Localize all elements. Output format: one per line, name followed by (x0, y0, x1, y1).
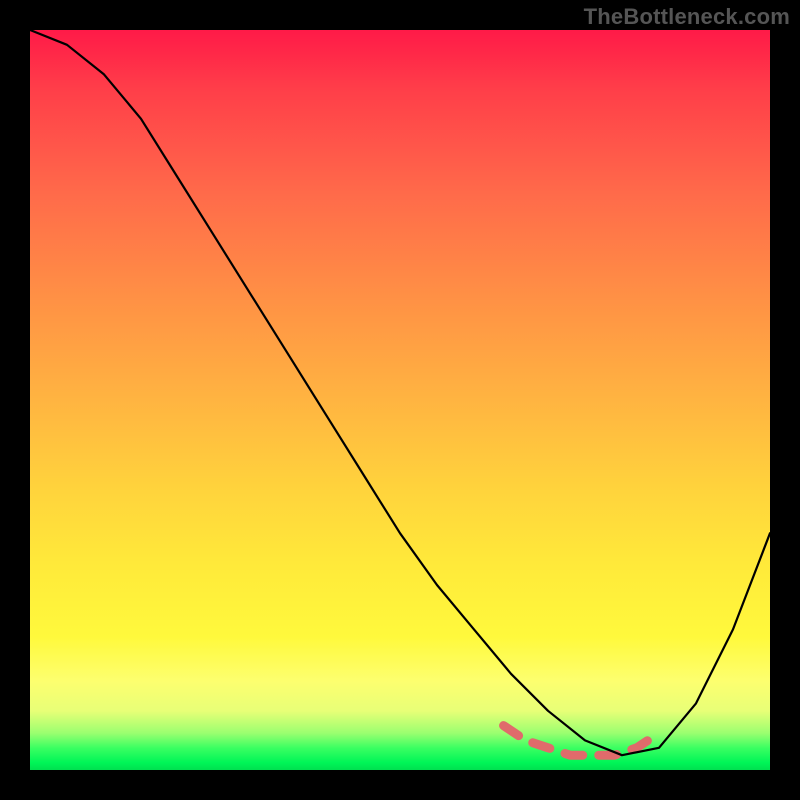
optimal-range-highlight (504, 726, 659, 756)
chart-frame: TheBottleneck.com (0, 0, 800, 800)
plot-area (30, 30, 770, 770)
watermark-text: TheBottleneck.com (584, 4, 790, 30)
bottleneck-curve (30, 30, 770, 755)
chart-svg (30, 30, 770, 770)
